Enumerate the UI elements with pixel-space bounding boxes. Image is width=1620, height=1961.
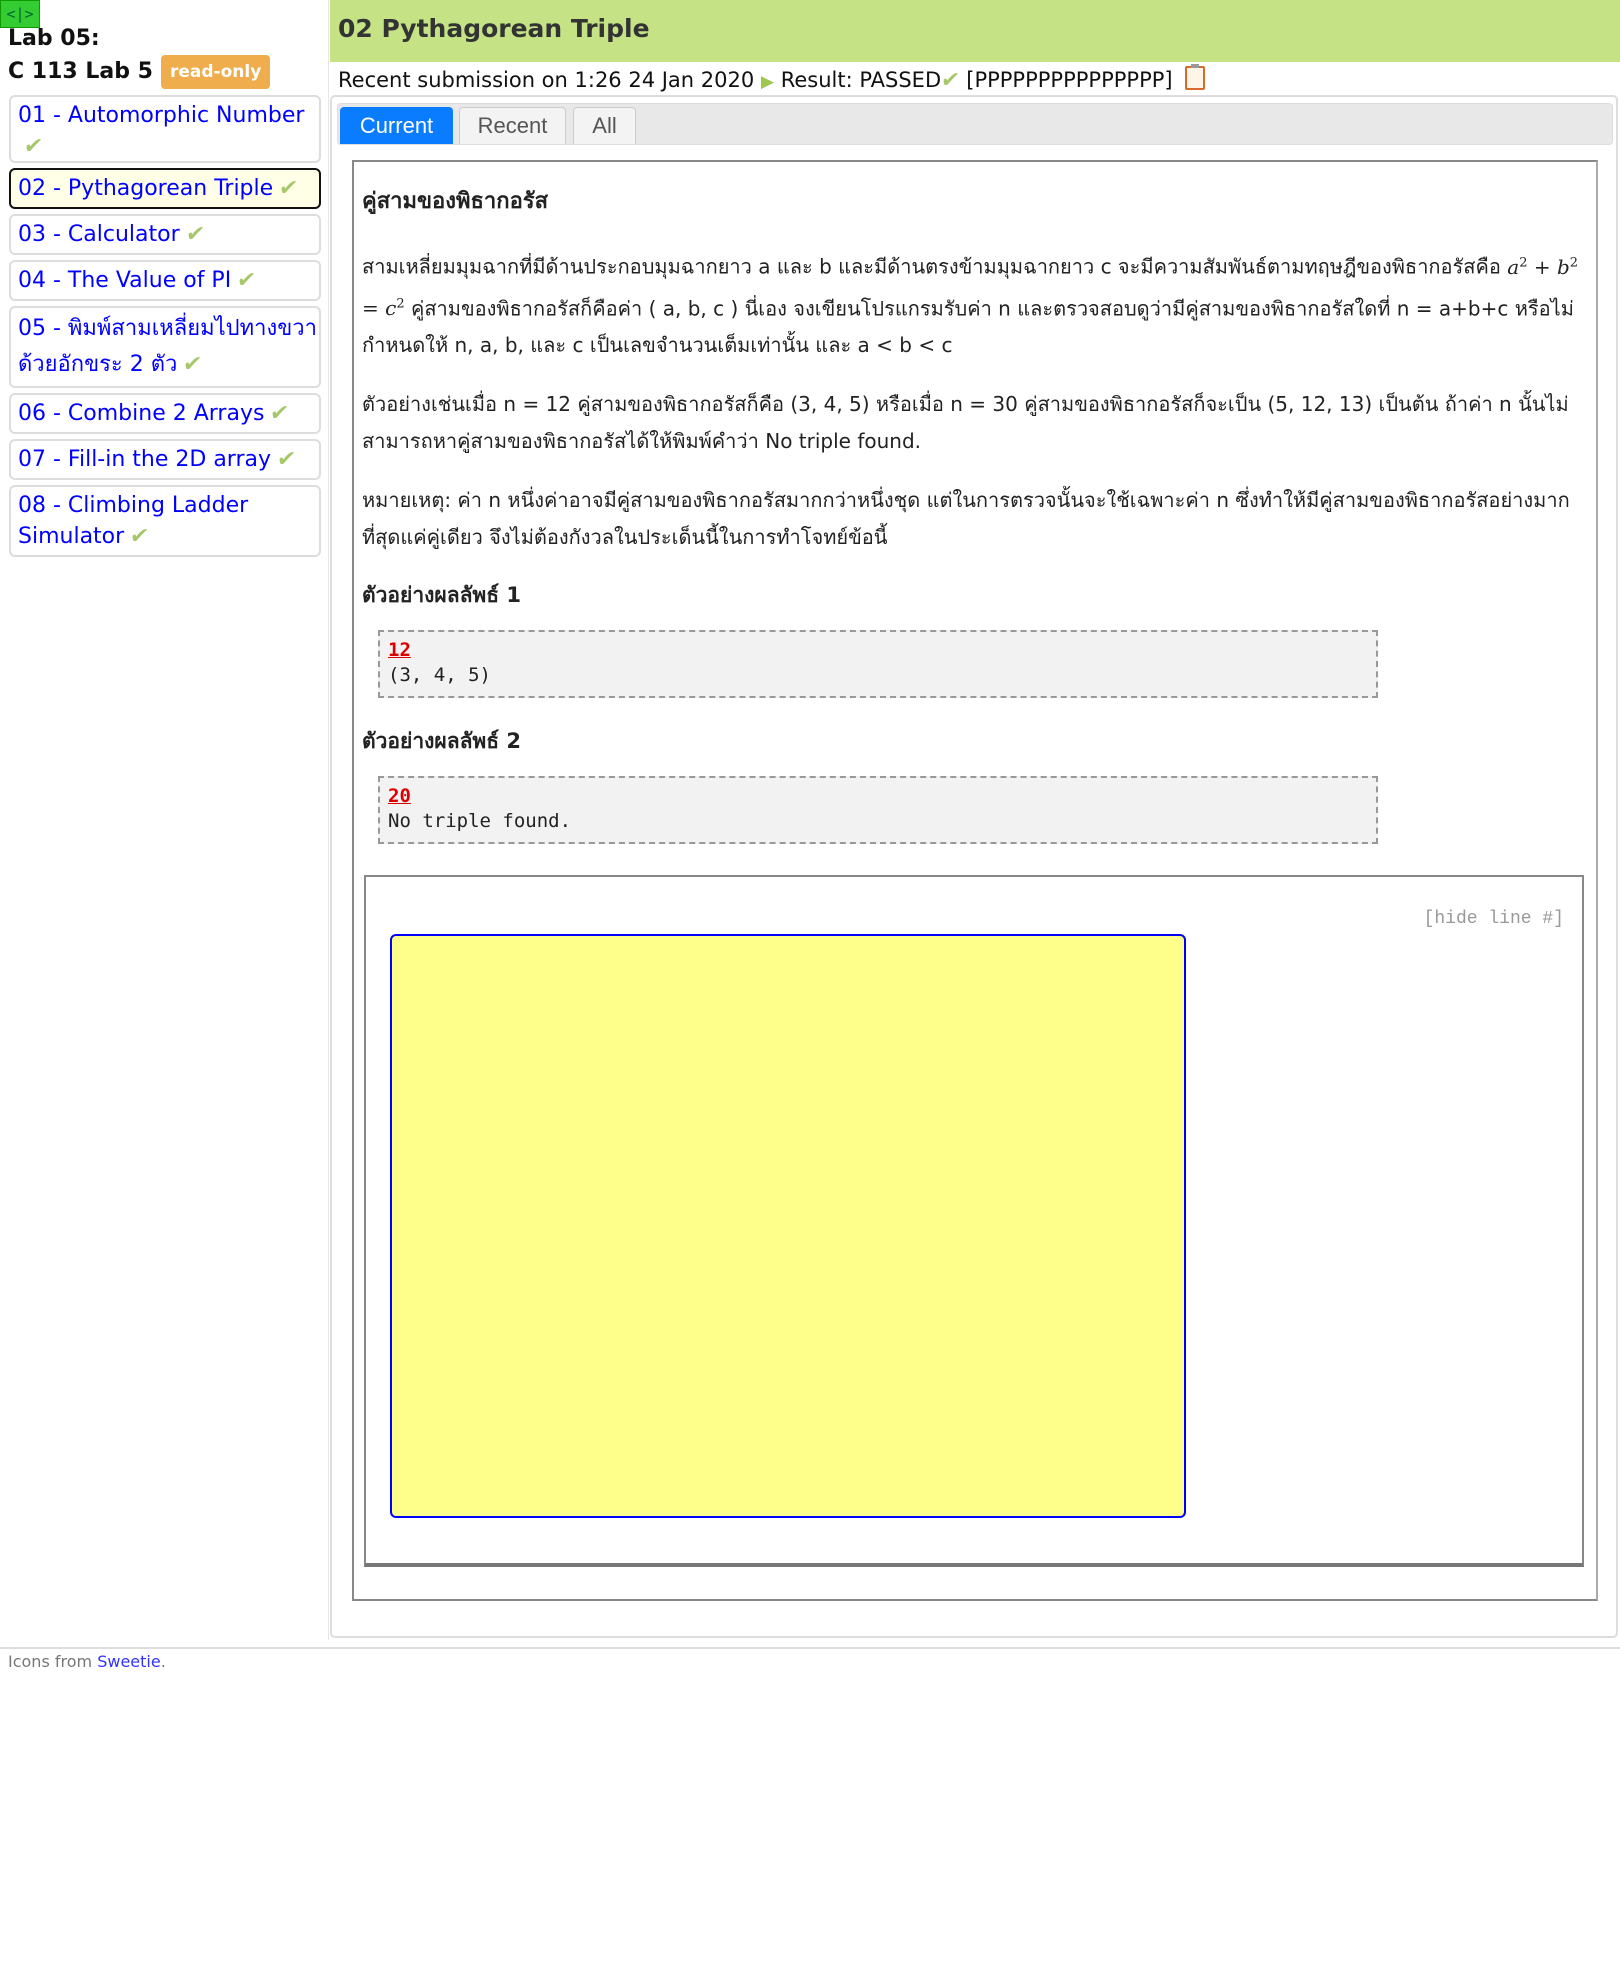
item-label: 04 - The Value of PI: [18, 268, 232, 293]
page-title: 02 Pythagorean Triple: [338, 14, 650, 43]
result-text: Result: PASSED: [780, 68, 942, 92]
lab-course: C 113 Lab 5 read-only: [8, 55, 271, 89]
check-icon: ✔: [939, 68, 962, 93]
item-label: 05 - พิมพ์สามเหลี่ยมไปทางขวาด้วยอักขระ 2…: [18, 316, 317, 377]
sidebar-item-03[interactable]: 03 - Calculator ✔: [9, 214, 321, 255]
test-results: [PPPPPPPPPPPPPPP]: [966, 68, 1173, 92]
footer-text: Icons from: [8, 1652, 93, 1671]
sample-input: 12: [388, 639, 411, 662]
check-icon: ✔: [277, 176, 300, 201]
sidebar-divider: [328, 0, 329, 1640]
sidebar-item-08[interactable]: 08 - Climbing Ladder Simulator ✔: [9, 485, 321, 557]
tab-current[interactable]: Current: [340, 107, 453, 144]
sample-output: No triple found.: [388, 810, 572, 833]
sidebar-item-06[interactable]: 06 - Combine 2 Arrays ✔: [9, 393, 321, 434]
sample-output-box: 12 (3, 4, 5): [378, 630, 1378, 699]
problem-note: หมายเหตุ: ค่า n หนึ่งค่าอาจมีคู่สามของพิ…: [362, 488, 1570, 550]
check-icon: ✔: [268, 401, 291, 426]
clipboard-icon[interactable]: [1185, 64, 1206, 90]
footer-divider: [0, 1647, 1620, 1649]
sidebar-item-05[interactable]: 05 - พิมพ์สามเหลี่ยมไปทางขวาด้วยอักขระ 2…: [9, 306, 321, 388]
sample-title: ตัวอย่างผลลัพธ์ 2: [362, 729, 522, 754]
item-label: 02 - Pythagorean Triple: [18, 176, 274, 201]
sidebar-item-04[interactable]: 04 - The Value of PI ✔: [9, 260, 321, 301]
lab-title: Lab 05:: [8, 26, 100, 51]
problem-example-text: ตัวอย่างเช่นเมื่อ n = 12 คู่สามของพิธากอ…: [362, 392, 1569, 454]
tab-all[interactable]: All: [573, 107, 636, 144]
description-text: สามเหลี่ยมมุมฉากที่มีด้านประกอบมุมฉากยาว…: [362, 254, 1501, 279]
sweetie-link[interactable]: Sweetie: [97, 1652, 161, 1671]
tab-bar: Current Recent All: [337, 103, 1613, 145]
sidebar-item-01[interactable]: 01 - Automorphic Number ✔: [9, 95, 321, 163]
sample-output-box: 20 No triple found.: [378, 776, 1378, 845]
description-text: คู่สามของพิธากอรัสก็คือค่า ( a, b, c ) น…: [362, 296, 1574, 358]
sidebar-item-07[interactable]: 07 - Fill-in the 2D array ✔: [9, 439, 321, 480]
item-label: 06 - Combine 2 Arrays: [18, 401, 265, 426]
check-icon: ✔: [275, 447, 298, 472]
submission-status: Recent submission on 1:26 24 Jan 2020 ▶ …: [338, 64, 1206, 98]
problem-heading: คู่สามของพิธากอรัส: [362, 189, 549, 214]
play-icon[interactable]: ▶: [761, 72, 774, 92]
item-label: 07 - Fill-in the 2D array: [18, 447, 272, 472]
problem-description: สามเหลี่ยมมุมฉากที่มีด้านประกอบมุมฉากยาว…: [362, 244, 1587, 364]
item-label: 01 - Automorphic Number: [18, 103, 305, 128]
sample-input: 20: [388, 785, 411, 808]
check-icon: ✔: [181, 352, 204, 377]
check-icon: ✔: [128, 524, 151, 549]
footer: Icons from Sweetie.: [8, 1651, 166, 1673]
hide-line-numbers-link[interactable]: [hide line #]: [1424, 909, 1564, 929]
course-name: C 113 Lab 5: [8, 59, 153, 84]
item-label: 03 - Calculator: [18, 222, 180, 247]
check-icon: ✔: [22, 134, 45, 159]
read-only-badge: read-only: [160, 55, 271, 89]
sample-output: (3, 4, 5): [388, 664, 491, 687]
submission-time: Recent submission on 1:26 24 Jan 2020: [338, 68, 755, 92]
sidebar-item-02[interactable]: 02 - Pythagorean Triple ✔: [9, 168, 321, 209]
code-editor[interactable]: [390, 934, 1186, 1518]
problem-list: 01 - Automorphic Number ✔ 02 - Pythagorea…: [9, 95, 321, 562]
check-icon: ✔: [235, 268, 258, 293]
check-icon: ✔: [183, 222, 206, 247]
code-panel: [hide line #]: [364, 875, 1584, 1567]
tab-recent[interactable]: Recent: [459, 107, 566, 144]
problem-header: 02 Pythagorean Triple: [330, 0, 1620, 62]
sample-title: ตัวอย่างผลลัพธ์ 1: [362, 583, 522, 608]
footer-period: .: [160, 1652, 166, 1671]
